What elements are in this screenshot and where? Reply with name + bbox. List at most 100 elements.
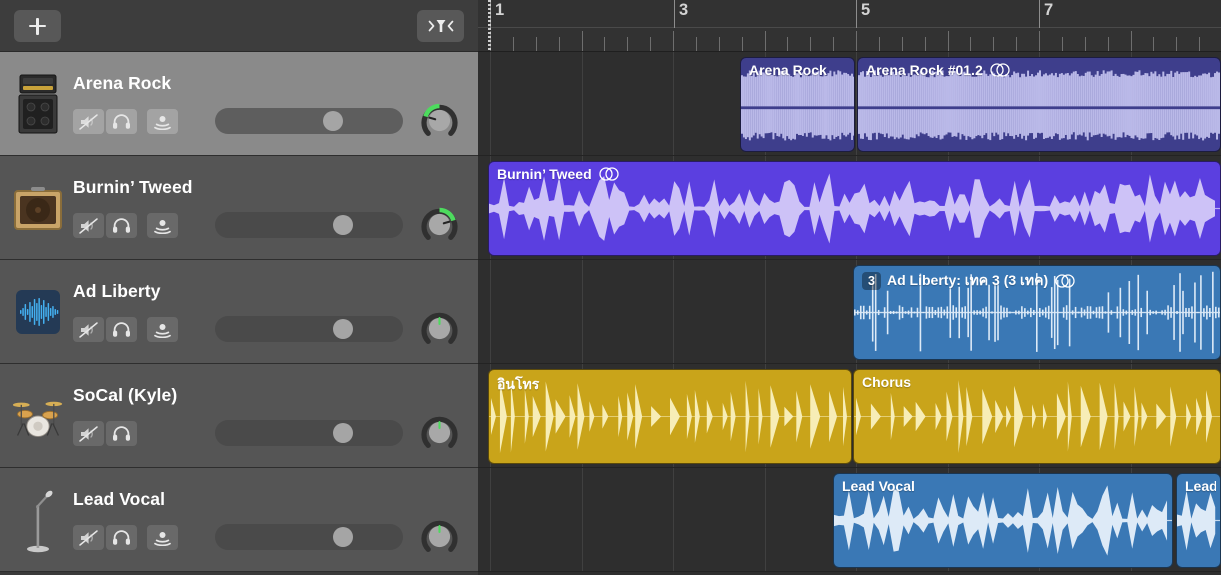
mute-icon-glyph [79,114,98,130]
region-title-bar: Burnin’ Tweed [497,166,1216,182]
track-name: Ad Liberty [73,281,161,302]
audio-region[interactable]: Lead [1176,473,1221,568]
stereo-icon-glyph [989,63,1011,77]
region-title-bar: 3 Ad Liberty: เทค 3 (3 เทค) [862,270,1216,292]
audio-region[interactable]: Burnin’ Tweed [488,161,1221,256]
region-name: Lead Vocal [842,478,915,494]
ruler-tick [993,37,994,51]
ruler-divider [478,27,1221,28]
mute-button[interactable] [73,213,104,238]
track-lane[interactable]: Lead Vocal Lead [478,468,1221,572]
tracks-timeline[interactable]: 1357 Arena Rock Arena Rock #01.2 Burnin’… [478,0,1221,575]
region-name: อินโทร [497,374,539,396]
audio-waveform-icon [12,279,64,345]
track-lane[interactable]: Arena Rock Arena Rock #01.2 [478,52,1221,156]
region-title-bar: Arena Rock [749,62,850,78]
volume-slider-thumb[interactable] [333,319,353,339]
track-button-group [73,421,137,446]
ruler-tick [902,37,903,51]
stereo-region-icon [1054,274,1076,288]
stereo-icon-glyph [1054,274,1076,288]
record-enable-button[interactable] [147,213,178,238]
track-lane[interactable]: อินโทร Chorus [478,364,1221,468]
volume-slider-thumb[interactable] [333,215,353,235]
audio-region[interactable]: Arena Rock #01.2 [857,57,1221,152]
pan-knob[interactable] [419,412,460,453]
pan-knob[interactable] [419,204,460,245]
ruler-tick [1016,37,1017,51]
timeline-ruler[interactable]: 1357 [478,0,1221,52]
mute-button[interactable] [73,525,104,550]
volume-slider[interactable] [215,212,403,238]
mute-button[interactable] [73,317,104,342]
record-enable-icon-glyph [153,114,172,130]
stereo-region-icon [598,167,620,181]
record-enable-button[interactable] [147,109,178,134]
solo-button[interactable] [106,317,137,342]
volume-slider-thumb[interactable] [333,527,353,547]
ruler-tick [787,37,788,51]
volume-slider[interactable] [215,524,403,550]
add-track-button[interactable] [14,10,61,42]
pan-knob[interactable] [419,516,460,557]
ruler-tick [970,37,971,51]
solo-button[interactable] [106,213,137,238]
mute-button[interactable] [73,109,104,134]
ruler-tick [742,37,743,51]
track-lane[interactable]: Burnin’ Tweed [478,156,1221,260]
ruler-tick [1062,37,1063,51]
mute-icon-glyph [79,530,98,546]
ruler-tick [536,37,537,51]
audio-region[interactable]: Chorus [853,369,1221,464]
audio-region[interactable]: 3 Ad Liberty: เทค 3 (3 เทค) [853,265,1221,360]
ruler-tick [719,37,720,51]
ruler-tick [948,31,949,51]
solo-icon-glyph [112,530,131,546]
record-enable-icon-glyph [153,530,172,546]
record-enable-icon-glyph [153,322,172,338]
mute-icon-glyph [79,426,98,442]
solo-button[interactable] [106,109,137,134]
ruler-tick [513,37,514,51]
mute-button[interactable] [73,421,104,446]
fit-tracks-icon [428,17,454,35]
track-header[interactable]: Burnin’ Tweed [0,156,478,260]
fit-tracks-button[interactable] [417,10,464,42]
volume-slider-thumb[interactable] [333,423,353,443]
audio-region[interactable]: Arena Rock [740,57,855,152]
ruler-tick [673,31,674,51]
region-name: Burnin’ Tweed [497,166,592,182]
audio-region[interactable]: Lead Vocal [833,473,1173,568]
pan-knob[interactable] [419,308,460,349]
track-header[interactable]: Lead Vocal [0,468,478,572]
microphone-icon [12,487,64,553]
track-lane[interactable]: 3 Ad Liberty: เทค 3 (3 เทค) [478,260,1221,364]
solo-icon-glyph [112,426,131,442]
volume-slider[interactable] [215,316,403,342]
playhead-handle[interactable] [488,0,491,52]
volume-slider-thumb[interactable] [323,111,343,131]
track-button-group [73,525,178,550]
record-enable-icon-glyph [153,218,172,234]
region-title-bar: Lead [1185,478,1216,494]
track-headers-toolbar [0,0,478,52]
drum-kit-icon [12,383,64,449]
record-enable-button[interactable] [147,525,178,550]
track-name: Arena Rock [73,73,171,94]
track-name: Burnin’ Tweed [73,177,193,198]
pan-knob[interactable] [419,100,460,141]
solo-button[interactable] [106,421,137,446]
audio-region[interactable]: อินโทร [488,369,852,464]
solo-button[interactable] [106,525,137,550]
record-enable-button[interactable] [147,317,178,342]
track-header[interactable]: Ad Liberty [0,260,478,364]
ruler-tick [1199,37,1200,51]
track-header[interactable]: SoCal (Kyle) [0,364,478,468]
track-header[interactable]: Arena Rock [0,52,478,156]
track-name: SoCal (Kyle) [73,385,177,406]
track-button-group [73,317,178,342]
volume-slider[interactable] [215,108,403,134]
volume-slider[interactable] [215,420,403,446]
take-count-badge: 3 [862,272,881,290]
ruler-tick [1039,31,1040,51]
